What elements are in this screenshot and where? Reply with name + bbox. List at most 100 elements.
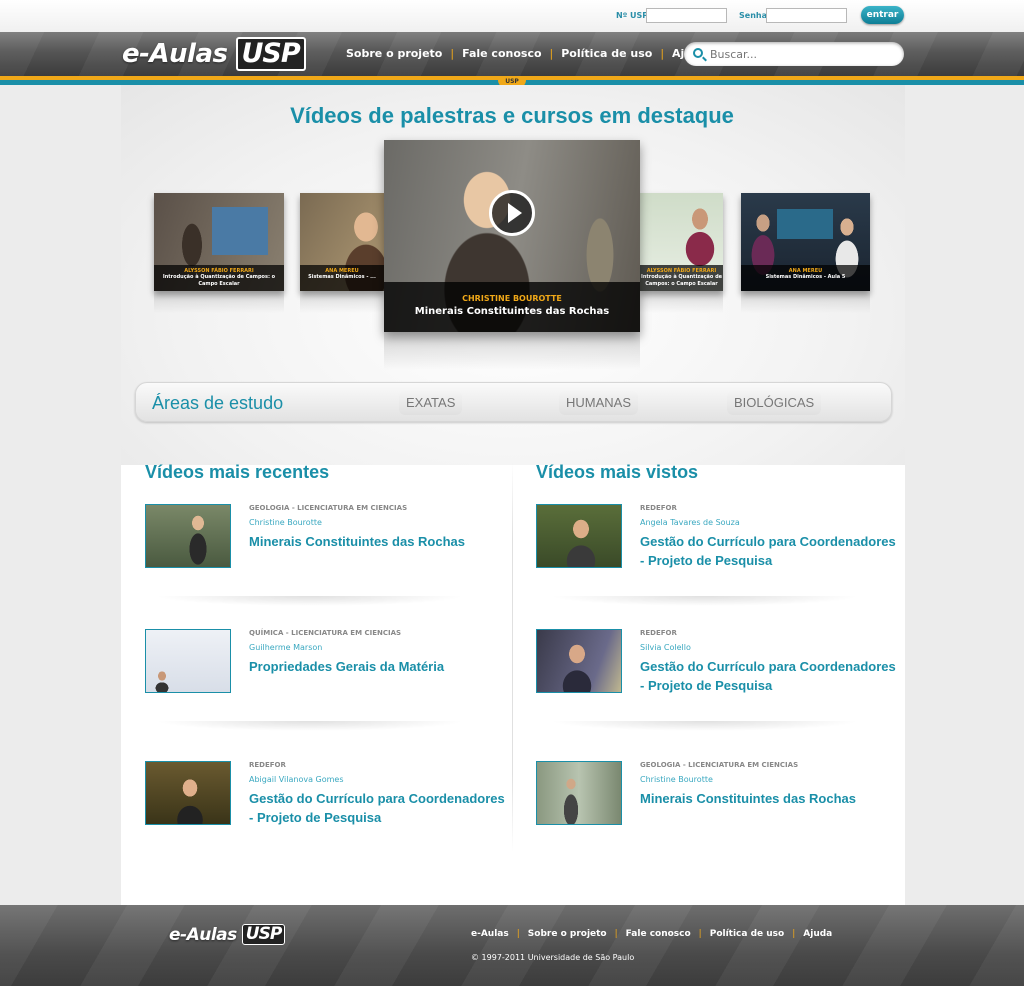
thumb-caption: ANA MEREU Sistemas Dinâmicos - ... [300, 265, 384, 291]
list-item[interactable]: GEOLOGIA - LICENCIATURA EM CIENCIAS Chri… [536, 761, 896, 831]
site-logo[interactable]: e-Aulas USP [122, 37, 306, 71]
thumb-caption: ALYSSON FÁBIO FERRARI Introdução à Quant… [640, 265, 723, 291]
video-author[interactable]: Abigail Vilanova Gomes [249, 775, 344, 784]
most-viewed-title: Vídeos mais vistos [536, 462, 699, 482]
featured-video-player[interactable]: CHRISTINE BOUROTTE Minerais Constituinte… [384, 140, 640, 332]
featured-thumb[interactable]: ANA MEREU Sistemas Dinâmicos - Aula 5 [741, 193, 870, 291]
video-author[interactable]: Christine Bourotte [249, 518, 322, 527]
nav-separator: | [450, 47, 455, 60]
video-category: GEOLOGIA - LICENCIATURA EM CIENCIAS [249, 504, 408, 512]
thumb-title: Introdução à Quantização de Campos: o Ca… [640, 274, 723, 287]
featured-caption: CHRISTINE BOUROTTE Minerais Constituinte… [384, 282, 640, 332]
usp-logo: USP [241, 924, 286, 945]
main-nav: Sobre o projeto | Fale conosco | Polític… [346, 47, 707, 60]
copyright-text: © 1997-2011 Universidade de São Paulo [471, 953, 635, 962]
featured-thumb[interactable]: ALYSSON FÁBIO FERRARI Introdução à Quant… [640, 193, 723, 291]
thumb-reflection [741, 291, 870, 313]
video-thumbnail [536, 504, 622, 568]
footer-nav-about[interactable]: Sobre o projeto [528, 929, 607, 939]
featured-video-title: Minerais Constituintes das Rochas [414, 306, 610, 317]
logo-text: e-Aulas [169, 924, 237, 945]
recent-videos-title: Vídeos mais recentes [145, 462, 330, 482]
footer-nav: e-Aulas | Sobre o projeto | Fale conosco… [471, 929, 832, 939]
nav-separator: | [614, 929, 618, 939]
video-title[interactable]: Gestão do Currículo para Coordenadores -… [640, 532, 900, 570]
list-item[interactable]: REDEFOR Abigail Vilanova Gomes Gestão do… [145, 761, 505, 831]
video-title[interactable]: Gestão do Currículo para Coordenadores -… [249, 789, 509, 827]
play-icon[interactable] [489, 190, 535, 236]
video-category: REDEFOR [640, 504, 677, 512]
featured-thumb[interactable]: ALYSSON FÁBIO FERRARI Introdução à Quant… [154, 193, 284, 291]
video-title[interactable]: Propriedades Gerais da Matéria [249, 657, 509, 676]
video-title[interactable]: Gestão do Currículo para Coordenadores -… [640, 657, 900, 695]
search-icon [693, 48, 703, 58]
item-separator [155, 721, 465, 731]
video-category: REDEFOR [640, 629, 677, 637]
thumbnail-image [537, 762, 621, 824]
usp-number-input[interactable] [646, 8, 727, 23]
video-category: REDEFOR [249, 761, 286, 769]
thumbnail-image [146, 762, 230, 824]
thumb-reflection [640, 291, 723, 313]
featured-title: Vídeos de palestras e cursos em destaque [290, 103, 734, 128]
nav-policy[interactable]: Política de uso [561, 47, 652, 60]
area-humanas-button[interactable]: HUMANAS [559, 391, 639, 415]
nav-contact[interactable]: Fale conosco [462, 47, 541, 60]
featured-reflection [384, 332, 640, 370]
video-thumbnail [145, 504, 231, 568]
usp-number-label: Nº USP [616, 11, 649, 20]
nav-separator: | [516, 929, 520, 939]
area-exatas-button[interactable]: EXATAS [399, 391, 463, 415]
thumb-reflection [154, 291, 284, 313]
list-item[interactable]: REDEFOR Angela Tavares de Souza Gestão d… [536, 504, 896, 574]
video-title[interactable]: Minerais Constituintes das Rochas [640, 789, 900, 808]
video-author[interactable]: Angela Tavares de Souza [640, 518, 740, 527]
thumbnail-image [146, 505, 230, 567]
thumb-reflection [300, 291, 384, 313]
list-item[interactable]: QUÍMICA - LICENCIATURA EM CIENCIAS Guilh… [145, 629, 505, 699]
video-thumbnail [145, 629, 231, 693]
thumb-caption: ANA MEREU Sistemas Dinâmicos - Aula 5 [741, 265, 870, 291]
area-biologicas-button[interactable]: BIOLÓGICAS [727, 391, 822, 415]
thumb-title: Sistemas Dinâmicos - Aula 5 [765, 274, 846, 280]
footer-nav-home[interactable]: e-Aulas [471, 929, 509, 939]
footer-nav-help[interactable]: Ajuda [803, 929, 832, 939]
footer [0, 905, 1024, 986]
video-author[interactable]: Silvia Colello [640, 643, 691, 652]
column-divider [512, 462, 513, 852]
featured-author: CHRISTINE BOUROTTE [462, 294, 562, 303]
video-thumbnail [145, 761, 231, 825]
featured-thumb[interactable]: ANA MEREU Sistemas Dinâmicos - ... [300, 193, 384, 291]
nav-separator: | [698, 929, 702, 939]
footer-nav-policy[interactable]: Política de uso [710, 929, 785, 939]
search-box [684, 42, 904, 66]
item-separator [155, 596, 465, 606]
footer-logo[interactable]: e-Aulas USP [169, 924, 286, 945]
thumb-title: Sistemas Dinâmicos - ... [308, 274, 376, 280]
list-item[interactable]: GEOLOGIA - LICENCIATURA EM CIENCIAS Chri… [145, 504, 505, 574]
password-label: Senha [739, 11, 767, 20]
item-separator [550, 596, 860, 606]
nav-separator: | [660, 47, 665, 60]
logo-text: e-Aulas [122, 39, 228, 69]
study-areas-title: Áreas de estudo [152, 393, 284, 413]
nav-separator: | [549, 47, 554, 60]
video-thumbnail [536, 629, 622, 693]
password-input[interactable] [766, 8, 847, 23]
study-areas-bar: Áreas de estudo EXATAS HUMANAS BIOLÓGICA… [135, 382, 892, 422]
video-author[interactable]: Christine Bourotte [640, 775, 713, 784]
footer-nav-contact[interactable]: Fale conosco [626, 929, 691, 939]
thumbnail-image [537, 505, 621, 567]
search-input[interactable] [710, 46, 896, 62]
login-button[interactable]: entrar [861, 6, 904, 24]
video-author[interactable]: Guilherme Marson [249, 643, 322, 652]
video-category: GEOLOGIA - LICENCIATURA EM CIENCIAS [640, 761, 799, 769]
list-item[interactable]: REDEFOR Silvia Colello Gestão do Currícu… [536, 629, 896, 699]
thumbnail-image [537, 630, 621, 692]
nav-separator: | [792, 929, 796, 939]
thumb-title: Introdução à Quantização de Campos: o Ca… [162, 274, 276, 287]
video-thumbnail [536, 761, 622, 825]
nav-about[interactable]: Sobre o projeto [346, 47, 442, 60]
video-title[interactable]: Minerais Constituintes das Rochas [249, 532, 509, 551]
thumbnail-image [146, 630, 230, 692]
